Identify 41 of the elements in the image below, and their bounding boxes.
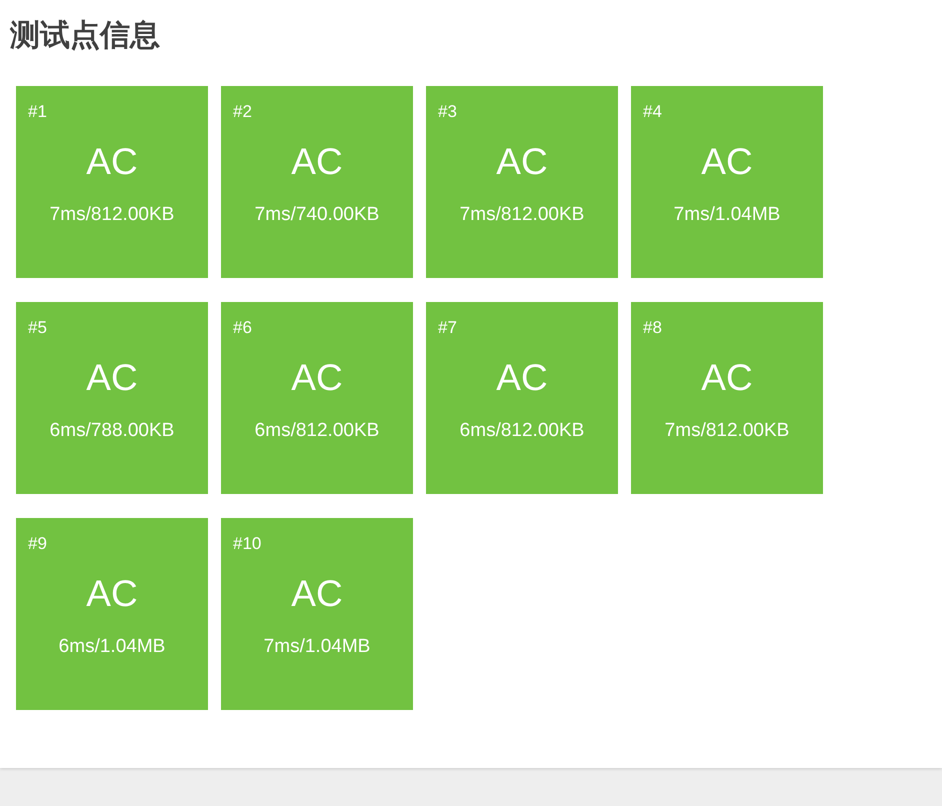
time-memory-text: 6ms/788.00KB	[50, 420, 174, 442]
case-number: #3	[438, 102, 457, 122]
time-memory-text: 6ms/812.00KB	[254, 420, 380, 442]
case-number: #10	[233, 534, 262, 554]
test-case-tile[interactable]: #4 AC 7ms/1.04MB	[631, 86, 823, 278]
case-number: #9	[28, 534, 47, 554]
verdict-text: AC	[291, 574, 343, 614]
test-case-tile[interactable]: #1 AC 7ms/812.00KB	[16, 86, 208, 278]
test-case-tile[interactable]: #6 AC 6ms/812.00KB	[221, 302, 413, 494]
verdict-text: AC	[86, 142, 138, 182]
case-number: #4	[643, 102, 662, 122]
test-case-tile[interactable]: #10 AC 7ms/1.04MB	[221, 518, 413, 710]
section-title: 测试点信息	[10, 18, 161, 54]
verdict-text: AC	[496, 358, 548, 398]
test-case-tile[interactable]: #3 AC 7ms/812.00KB	[426, 86, 618, 278]
verdict-text: AC	[496, 142, 548, 182]
verdict-text: AC	[86, 358, 138, 398]
test-case-tile[interactable]: #2 AC 7ms/740.00KB	[221, 86, 413, 278]
verdict-text: AC	[291, 142, 343, 182]
case-number: #7	[438, 318, 457, 338]
case-number: #6	[233, 318, 252, 338]
verdict-text: AC	[291, 358, 343, 398]
test-case-tile[interactable]: #9 AC 6ms/1.04MB	[16, 518, 208, 710]
time-memory-text: 7ms/1.04MB	[264, 636, 370, 658]
time-memory-text: 6ms/812.00KB	[460, 420, 584, 442]
time-memory-text: 7ms/812.00KB	[664, 420, 790, 442]
time-memory-text: 6ms/1.04MB	[58, 636, 166, 658]
time-memory-text: 7ms/812.00KB	[460, 204, 584, 226]
case-number: #5	[28, 318, 47, 338]
test-case-tile[interactable]: #7 AC 6ms/812.00KB	[426, 302, 618, 494]
case-number: #8	[643, 318, 662, 338]
time-memory-text: 7ms/1.04MB	[674, 204, 780, 226]
time-memory-text: 7ms/740.00KB	[254, 204, 380, 226]
test-case-tile[interactable]: #8 AC 7ms/812.00KB	[631, 302, 823, 494]
case-number: #1	[28, 102, 47, 122]
time-memory-text: 7ms/812.00KB	[50, 204, 174, 226]
case-number: #2	[233, 102, 252, 122]
verdict-text: AC	[701, 358, 753, 398]
test-case-tile[interactable]: #5 AC 6ms/788.00KB	[16, 302, 208, 494]
verdict-text: AC	[701, 142, 753, 182]
verdict-text: AC	[86, 574, 138, 614]
